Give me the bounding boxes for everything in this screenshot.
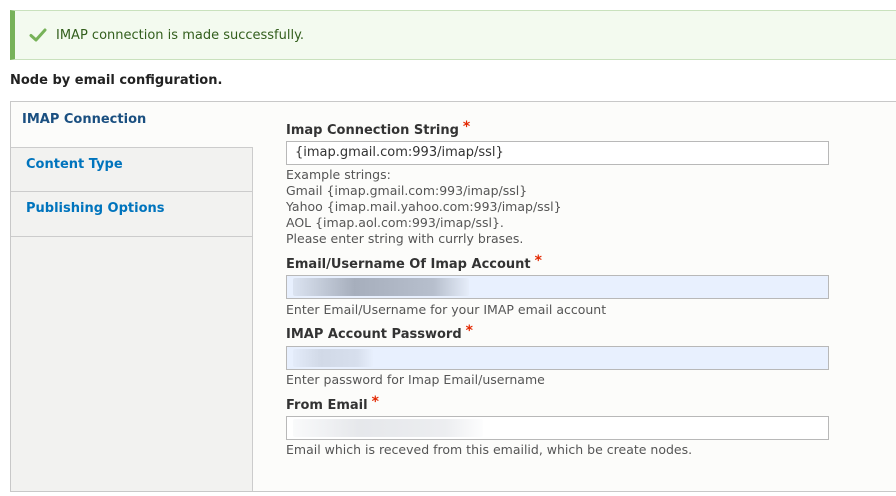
description-line: Gmail {imap.gmail.com:993/imap/ssl} (286, 183, 528, 198)
password-description: Enter password for Imap Email/username (286, 372, 545, 387)
password-label: IMAP Account Password * (286, 323, 473, 342)
label-text: Imap Connection String (286, 123, 459, 138)
label-text: From Email (286, 398, 368, 413)
vertical-tabs-list: IMAP Connection Content Type Publishing … (11, 102, 253, 491)
tab-label: Content Type (26, 157, 123, 172)
tab-publishing-options[interactable]: Publishing Options (11, 192, 252, 237)
description-line: Example strings: (286, 167, 391, 182)
connection-string-label: Imap Connection String * (286, 119, 471, 138)
checkmark-icon (29, 26, 47, 44)
label-text: IMAP Account Password (286, 327, 462, 342)
from-email-description: Email which is receved from this emailid… (286, 442, 693, 457)
username-description: Enter Email/Username for your IMAP email… (286, 302, 607, 317)
page-title: Node by email configuration. (10, 73, 223, 88)
description-line: AOL {imap.aol.com:993/imap/ssl}. (286, 215, 504, 230)
connection-string-description: Example strings: Gmail {imap.gmail.com:9… (286, 167, 562, 247)
status-message: IMAP connection is made successfully. (10, 10, 896, 60)
username-input[interactable] (286, 275, 829, 299)
label-text: Email/Username Of Imap Account (286, 257, 531, 272)
password-input[interactable] (286, 346, 829, 370)
status-text: IMAP connection is made successfully. (56, 27, 305, 43)
tab-label: Publishing Options (26, 201, 165, 216)
description-line: Please enter string with currly brases. (286, 231, 524, 246)
required-marker: * (465, 323, 473, 339)
redacted-value (293, 278, 469, 296)
from-email-label: From Email * (286, 394, 379, 413)
required-marker: * (462, 119, 471, 135)
description-line: Yahoo {imap.mail.yahoo.com:993/imap/ssl} (286, 199, 562, 214)
tab-imap-connection[interactable]: IMAP Connection (11, 102, 253, 148)
required-marker: * (534, 253, 542, 269)
username-label: Email/Username Of Imap Account * (286, 253, 542, 272)
tab-label: IMAP Connection (22, 112, 147, 127)
vertical-tabs-panel: IMAP Connection Content Type Publishing … (10, 101, 896, 492)
input-value: {imap.gmail.com:993/imap/ssl} (295, 145, 504, 160)
redacted-value (293, 349, 373, 367)
connection-string-input[interactable]: {imap.gmail.com:993/imap/ssl} (286, 141, 829, 165)
from-email-input[interactable] (286, 416, 829, 440)
required-marker: * (371, 394, 379, 410)
tab-content-type[interactable]: Content Type (11, 148, 252, 192)
redacted-value (293, 419, 483, 437)
